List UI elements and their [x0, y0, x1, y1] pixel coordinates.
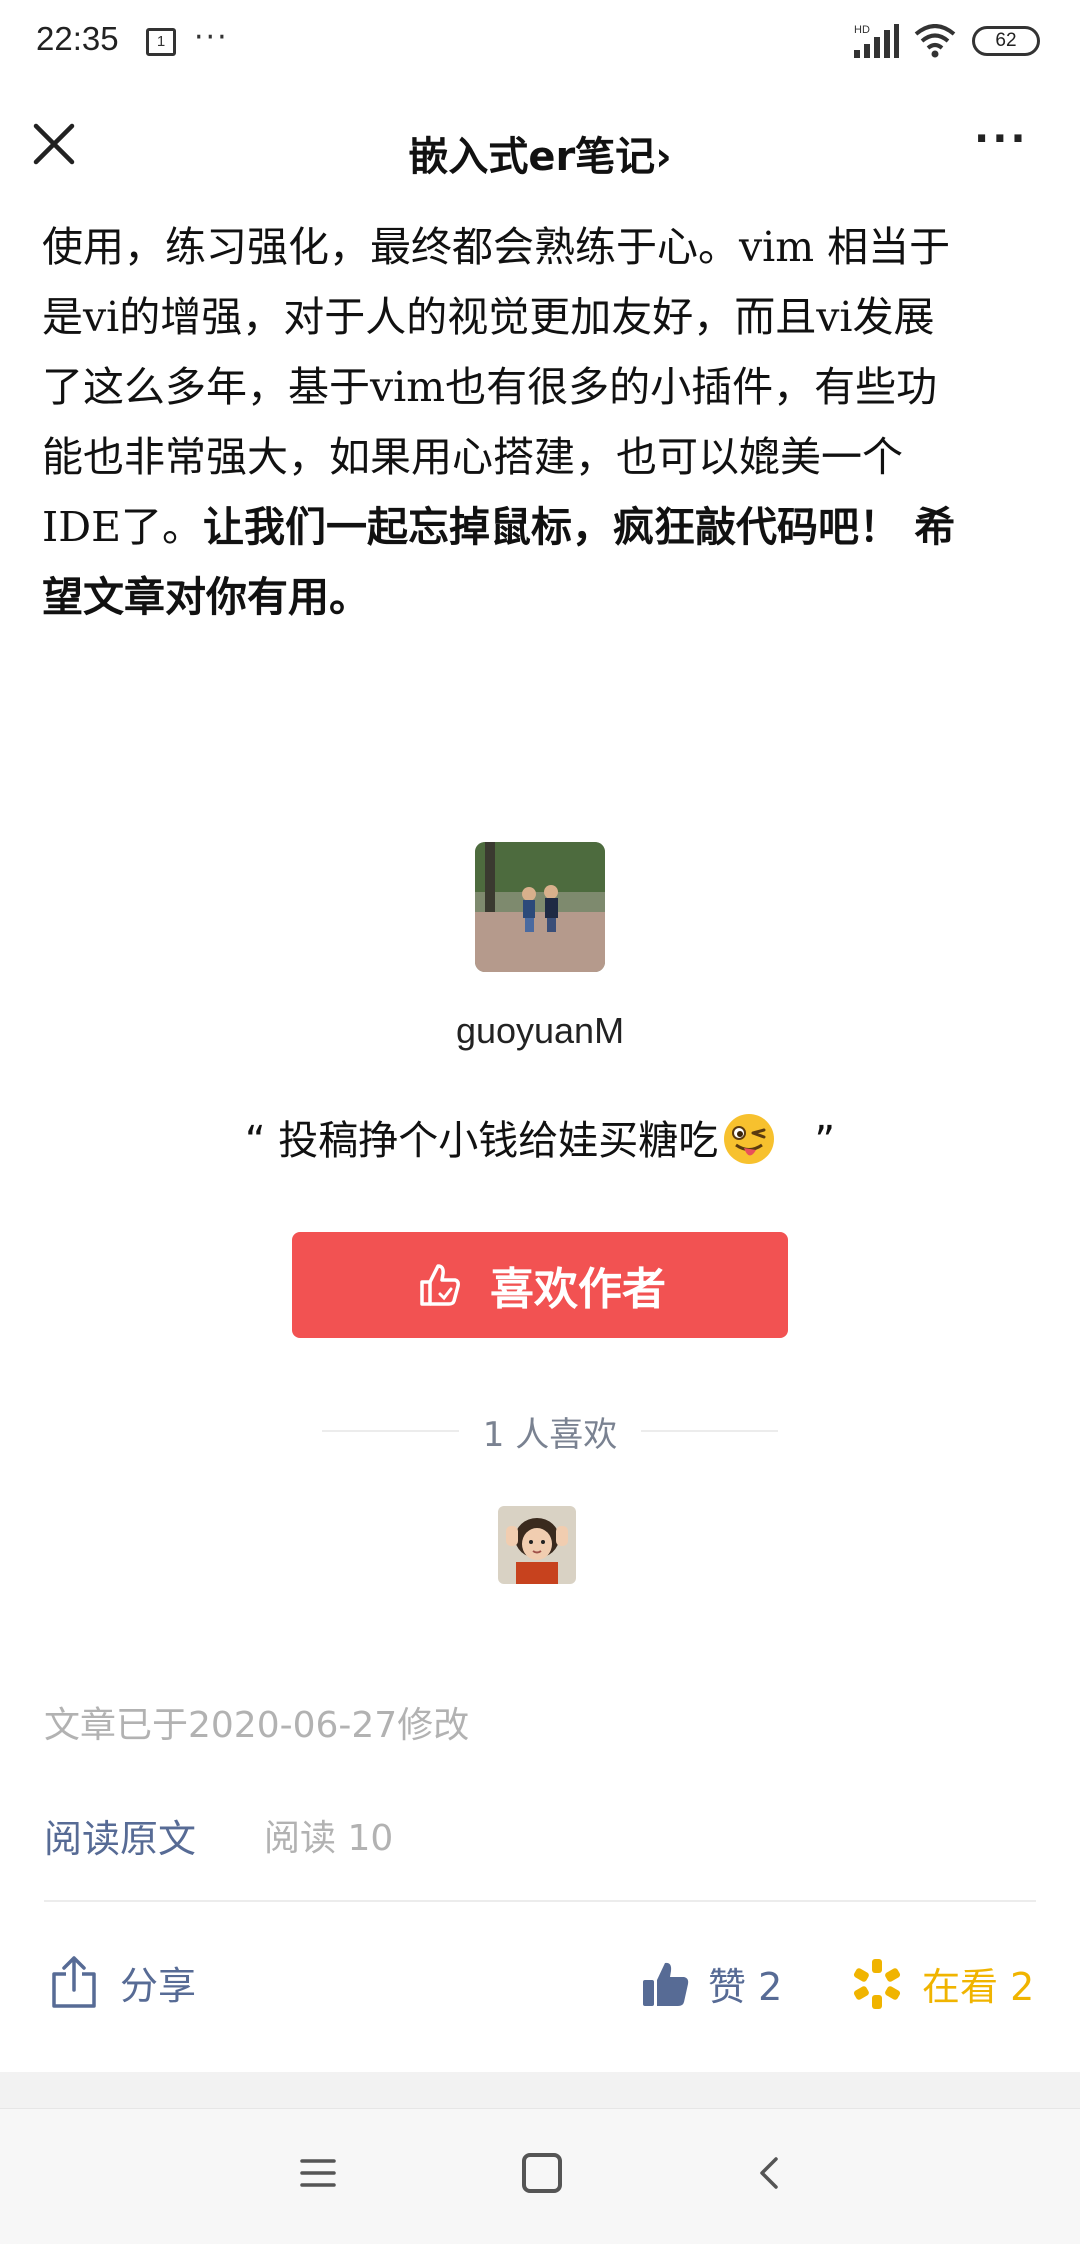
author-name: guoyuanM: [455, 1010, 625, 1051]
chevron-right-icon: ›: [655, 134, 672, 180]
article-line: 是vi的增强，对于人的视觉更加友好，而且vi发展: [42, 293, 935, 341]
notification-more-icon: ···: [194, 20, 229, 55]
status-bar: 22:35 1 ··· HD 62: [0, 0, 1080, 86]
article-body: 使用，练习强化，最终都会熟练于心。vim 相当于 是vi的增强，对于人的视觉更加…: [42, 212, 1042, 632]
read-original-link[interactable]: 阅读原文: [44, 1808, 196, 1863]
like-author-button[interactable]: 喜欢作者: [292, 1232, 788, 1338]
home-icon[interactable]: [522, 2153, 562, 2193]
article-bold-text: 让我们一起忘掉鼠标，疯狂敲代码吧！ 希: [203, 503, 956, 551]
author-quote: “ 投稿挣个小钱给娃买糖吃 ”: [0, 1108, 1080, 1166]
divider: [641, 1430, 779, 1432]
thumbs-up-outline-icon: [420, 1264, 460, 1306]
network-label: HD: [854, 24, 870, 36]
status-time: 22:35: [36, 20, 119, 57]
account-name: 嵌入式er笔记: [408, 134, 656, 180]
back-icon[interactable]: [750, 2153, 790, 2193]
zan-label: 赞 2: [708, 1965, 783, 2009]
divider: [44, 1900, 1036, 1902]
article-line: 了这么多年，基于vim也有很多的小插件，有些功: [42, 363, 938, 411]
zan-button[interactable]: 赞 2: [640, 1956, 782, 2011]
divider: [322, 1430, 459, 1432]
article-line: 望文章对你有用。: [42, 562, 1042, 632]
like-author-label: 喜欢作者: [490, 1264, 666, 1315]
battery-icon: 62: [972, 26, 1040, 56]
read-count: 阅读 10: [264, 1818, 394, 1859]
system-nav-bar: [0, 2108, 1080, 2244]
calendar-icon: 1: [146, 28, 176, 56]
quote-close: ”: [814, 1118, 836, 1164]
top-nav-bar: 嵌入式er笔记› ···: [0, 86, 1080, 212]
section-separator: [0, 2072, 1080, 2108]
account-title[interactable]: 嵌入式er笔记›: [0, 124, 1080, 182]
share-button[interactable]: 分享: [48, 1954, 196, 2010]
article-line: IDE了。让我们一起忘掉鼠标，疯狂敲代码吧！ 希: [42, 492, 1042, 562]
wink-tongue-emoji-icon: [724, 1114, 775, 1164]
looking-label: 在看 2: [922, 1965, 1035, 2009]
more-options-icon[interactable]: ···: [974, 116, 1029, 162]
looking-button[interactable]: 在看 2: [850, 1956, 1034, 2011]
liker-avatar[interactable]: [498, 1506, 576, 1584]
thumbs-up-filled-icon: [643, 1962, 689, 2006]
share-icon: [52, 1956, 96, 2008]
liked-count: 1 人喜欢: [482, 1414, 618, 1455]
liked-count-row: 1 人喜欢: [322, 1406, 779, 1456]
read-row: 阅读原文 阅读 10: [44, 1808, 394, 1863]
wifi-icon: [914, 24, 956, 58]
share-label: 分享: [120, 1963, 197, 2008]
article-text: IDE了。: [42, 503, 203, 551]
quote-text: “ 投稿挣个小钱给娃买糖吃: [244, 1118, 719, 1164]
cellular-signal-icon: HD: [854, 24, 899, 58]
article-bold-text: 望文章对你有用。: [42, 573, 370, 621]
author-avatar[interactable]: [475, 842, 605, 972]
looking-star-icon: [853, 1958, 901, 2009]
article-line: 能也非常强大，如果用心搭建，也可以媲美一个: [42, 433, 903, 481]
liker-photo: [498, 1506, 576, 1584]
recent-apps-icon[interactable]: [298, 2153, 338, 2193]
article-line: 使用，练习强化，最终都会熟练于心。vim 相当于: [42, 223, 951, 271]
author-photo: [475, 842, 605, 972]
modified-notice: 文章已于2020-06-27修改: [44, 1705, 470, 1746]
